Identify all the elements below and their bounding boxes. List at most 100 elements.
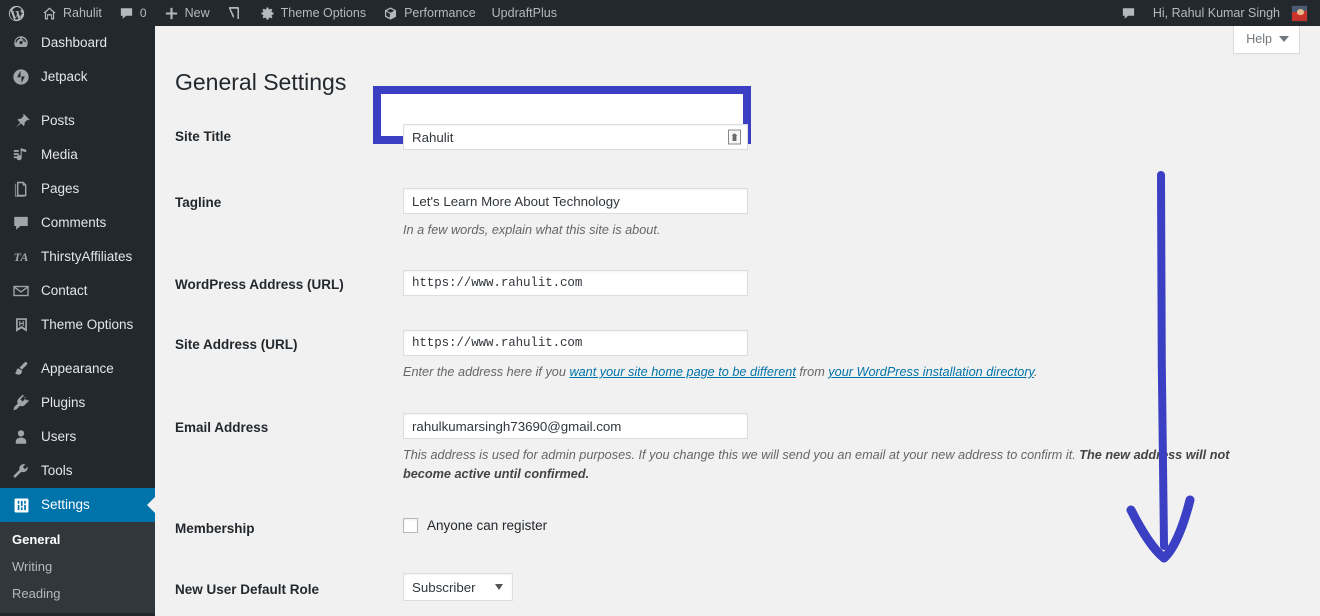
sidebar-item-label: Plugins bbox=[41, 395, 86, 411]
settings-submenu: General Writing Reading bbox=[0, 522, 155, 613]
sidebar-item-label: Pages bbox=[41, 181, 80, 197]
wordpress-address-field-wrap bbox=[403, 270, 748, 296]
sidebar-item-label: Settings bbox=[41, 497, 90, 513]
home-page-different-link[interactable]: want your site home page to be different bbox=[569, 365, 795, 379]
site-name-button[interactable]: Rahulit bbox=[33, 0, 110, 26]
admin-sidebar-menu: Dashboard Jetpack Posts Media Pages Comm… bbox=[0, 26, 155, 616]
email-address-field-wrap: This address is used for admin purposes.… bbox=[403, 413, 1263, 484]
sidebar-separator bbox=[0, 94, 155, 104]
plus-icon bbox=[163, 5, 180, 22]
anyone-can-register-checkbox[interactable] bbox=[403, 518, 418, 533]
site-address-label: Site Address (URL) bbox=[175, 337, 298, 352]
comments-button[interactable]: 0 bbox=[110, 0, 155, 26]
chevron-down-icon bbox=[495, 584, 503, 590]
my-account-button[interactable]: Hi, Rahul Kumar Singh bbox=[1145, 0, 1320, 26]
sidebar-item-settings[interactable]: Settings bbox=[0, 488, 155, 522]
submenu-item-general[interactable]: General bbox=[0, 526, 155, 553]
wordpress-address-input[interactable] bbox=[403, 270, 748, 296]
new-user-role-select[interactable]: Subscriber bbox=[403, 573, 513, 601]
comment-bubble-icon bbox=[118, 5, 135, 22]
sidebar-item-jetpack[interactable]: Jetpack bbox=[0, 60, 155, 94]
sidebar-item-label: Tools bbox=[41, 463, 73, 479]
theme-options-button[interactable]: Theme Options bbox=[251, 0, 374, 26]
pages-icon bbox=[10, 179, 32, 199]
wordpress-logo-button[interactable] bbox=[0, 0, 33, 26]
sidebar-item-appearance[interactable]: Appearance bbox=[0, 352, 155, 386]
email-address-description: This address is used for admin purposes.… bbox=[403, 446, 1263, 484]
email-address-label: Email Address bbox=[175, 420, 269, 435]
new-user-role-label: New User Default Role bbox=[175, 582, 320, 597]
avatar bbox=[1291, 4, 1308, 22]
sidebar-item-label: Media bbox=[41, 147, 78, 163]
bookmark-h-icon bbox=[10, 315, 32, 335]
sidebar-item-label: Appearance bbox=[41, 361, 114, 377]
sidebar-item-dashboard[interactable]: Dashboard bbox=[0, 26, 155, 60]
ta-icon: TA bbox=[13, 249, 29, 264]
comment-bubble-icon bbox=[1120, 5, 1137, 22]
sidebar-item-media[interactable]: Media bbox=[0, 138, 155, 172]
help-label: Help bbox=[1246, 32, 1272, 46]
email-address-input[interactable] bbox=[403, 413, 748, 439]
tagline-label: Tagline bbox=[175, 195, 222, 210]
sidebar-item-contact[interactable]: Contact bbox=[0, 274, 155, 308]
current-menu-pointer bbox=[147, 496, 155, 514]
admin-bar: Rahulit 0 New Theme Options Performance … bbox=[0, 0, 1320, 26]
password-manager-icon[interactable] bbox=[728, 129, 741, 145]
submenu-item-writing[interactable]: Writing bbox=[0, 553, 155, 580]
site-address-description: Enter the address here if you want your … bbox=[403, 363, 1038, 382]
site-title-label: Site Title bbox=[175, 129, 232, 144]
membership-field-wrap: Anyone can register bbox=[403, 518, 547, 533]
new-user-role-value: Subscriber bbox=[412, 579, 476, 595]
envelope-icon bbox=[10, 281, 32, 301]
pin-icon bbox=[10, 111, 32, 131]
anyone-can-register-label: Anyone can register bbox=[427, 518, 548, 533]
sidebar-item-label: Posts bbox=[41, 113, 75, 129]
help-toggle-button[interactable]: Help bbox=[1233, 26, 1300, 54]
submenu-item-reading[interactable]: Reading bbox=[0, 580, 155, 607]
sidebar-item-posts[interactable]: Posts bbox=[0, 104, 155, 138]
desc-text-post: . bbox=[1033, 365, 1038, 379]
media-icon bbox=[10, 145, 32, 165]
anyone-can-register-row[interactable]: Anyone can register bbox=[403, 518, 547, 533]
tagline-input[interactable] bbox=[403, 188, 748, 214]
wordpress-installation-directory-link[interactable]: your WordPress installation directory bbox=[828, 365, 1034, 379]
home-icon bbox=[41, 5, 58, 22]
yoast-seo-button[interactable] bbox=[218, 0, 251, 26]
desc-text-pre: Enter the address here if you bbox=[403, 365, 570, 379]
yoast-seo-icon bbox=[226, 5, 243, 22]
sidebar-item-comments[interactable]: Comments bbox=[0, 206, 155, 240]
new-content-button[interactable]: New bbox=[155, 0, 218, 26]
sidebar-item-label: ThirstyAffiliates bbox=[41, 249, 133, 265]
sidebar-item-label: Comments bbox=[41, 215, 107, 231]
site-title-field-wrap bbox=[403, 124, 748, 150]
sidebar-item-users[interactable]: Users bbox=[0, 420, 155, 454]
wordpress-logo-icon bbox=[8, 5, 25, 22]
my-sites-comment-button[interactable] bbox=[1112, 0, 1145, 26]
settings-sliders-icon bbox=[10, 495, 32, 515]
sidebar-item-pages[interactable]: Pages bbox=[0, 172, 155, 206]
sidebar-item-theme-options[interactable]: Theme Options bbox=[0, 308, 155, 342]
site-title-input[interactable] bbox=[403, 124, 748, 150]
chevron-down-icon bbox=[1279, 36, 1289, 42]
plug-icon bbox=[10, 393, 32, 413]
sidebar-item-label: Contact bbox=[41, 283, 88, 299]
tagline-field-wrap: In a few words, explain what this site i… bbox=[403, 188, 748, 240]
performance-button[interactable]: Performance bbox=[374, 0, 484, 26]
site-address-input[interactable] bbox=[403, 330, 748, 356]
site-address-field-wrap: Enter the address here if you want your … bbox=[403, 330, 1038, 382]
dashboard-icon bbox=[10, 33, 32, 53]
new-user-role-field-wrap: Subscriber bbox=[403, 573, 513, 601]
content-area: Help General Settings Site Title Tagline… bbox=[155, 26, 1320, 616]
updraftplus-label: UpdraftPlus bbox=[491, 6, 557, 20]
desc-text-pre: This address is used for admin purposes.… bbox=[403, 448, 1080, 462]
updraftplus-button[interactable]: UpdraftPlus bbox=[484, 0, 565, 26]
sidebar-separator bbox=[0, 342, 155, 352]
performance-label: Performance bbox=[404, 6, 476, 20]
gear-icon bbox=[259, 5, 276, 22]
wrench-icon bbox=[10, 461, 32, 481]
user-icon bbox=[10, 427, 32, 447]
sidebar-item-tools[interactable]: Tools bbox=[0, 454, 155, 488]
sidebar-item-thirstyaffiliates[interactable]: TA ThirstyAffiliates bbox=[0, 240, 155, 274]
sidebar-item-plugins[interactable]: Plugins bbox=[0, 386, 155, 420]
greeting-label: Hi, Rahul Kumar Singh bbox=[1152, 6, 1280, 20]
